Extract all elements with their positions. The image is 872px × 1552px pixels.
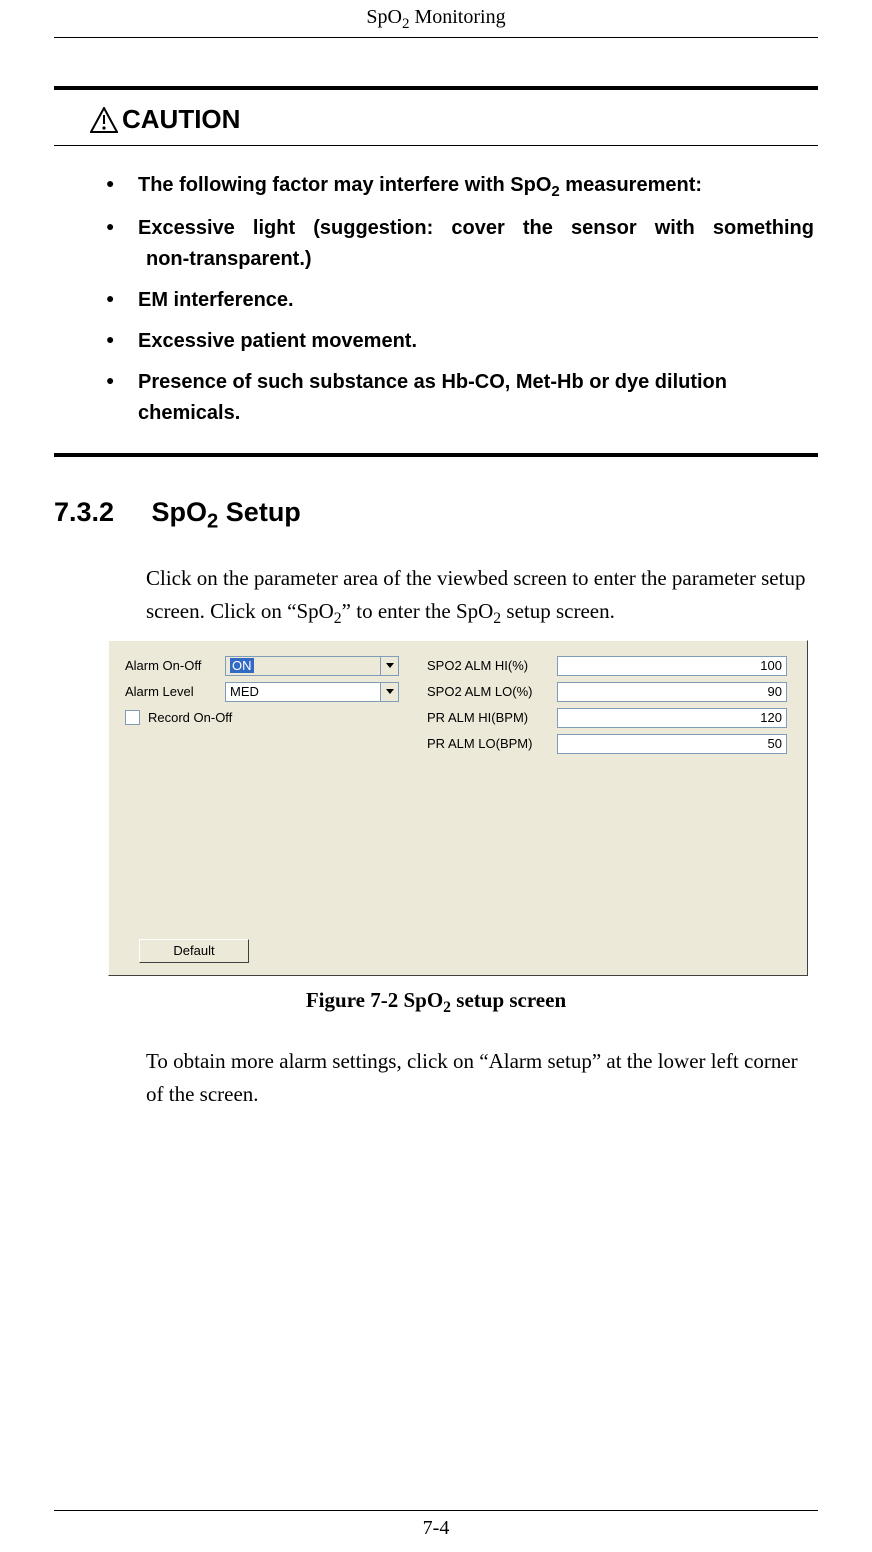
section-heading: 7.3.2 SpO2 Setup — [54, 497, 818, 533]
figure-caption: Figure 7-2 SpO2 setup screen — [54, 988, 818, 1017]
spo2-alm-lo-input[interactable]: 90 — [557, 682, 787, 702]
pr-alm-hi-input[interactable]: 120 — [557, 708, 787, 728]
alarm-onoff-label: Alarm On-Off — [125, 658, 225, 673]
spo2-setup-screenshot: Alarm On-Off ON Alarm Level MED Record O… — [108, 640, 808, 976]
caution-list: The following factor may interfere with … — [54, 146, 818, 453]
body-paragraph: Click on the parameter area of the viewb… — [146, 562, 818, 632]
record-onoff-label: Record On-Off — [148, 710, 232, 725]
warning-icon — [90, 107, 118, 133]
chevron-down-icon[interactable] — [380, 657, 398, 675]
pr-alm-hi-label: PR ALM HI(BPM) — [427, 710, 557, 725]
spo2-alm-lo-label: SPO2 ALM LO(%) — [427, 684, 557, 699]
record-onoff-checkbox[interactable] — [125, 710, 140, 725]
spo2-alm-hi-label: SPO2 ALM HI(%) — [427, 658, 557, 673]
caution-item: Presence of such substance as Hb-CO, Met… — [106, 367, 814, 429]
caution-item: EM interference. — [106, 285, 814, 316]
pr-alm-lo-input[interactable]: 50 — [557, 734, 787, 754]
pr-alm-lo-label: PR ALM LO(BPM) — [427, 736, 557, 751]
caution-item: Excessive patient movement. — [106, 326, 814, 357]
body-paragraph: To obtain more alarm settings, click on … — [146, 1045, 818, 1112]
chevron-down-icon[interactable] — [380, 683, 398, 701]
figure: Alarm On-Off ON Alarm Level MED Record O… — [108, 640, 818, 976]
alarm-level-label: Alarm Level — [125, 684, 225, 699]
caution-box: CAUTION The following factor may interfe… — [54, 86, 818, 457]
caution-heading: CAUTION — [54, 90, 818, 146]
default-button[interactable]: Default — [139, 939, 249, 963]
spo2-alm-hi-input[interactable]: 100 — [557, 656, 787, 676]
caution-item: Excessive light (suggestion: cover the s… — [106, 213, 814, 275]
alarm-level-select[interactable]: MED — [225, 682, 399, 702]
caution-item: The following factor may interfere with … — [106, 170, 814, 203]
page-header: SpO2 Monitoring — [54, 0, 818, 38]
alarm-onoff-select[interactable]: ON — [225, 656, 399, 676]
page-number: 7-4 — [423, 1517, 450, 1539]
page-footer: 7-4 — [54, 1510, 818, 1540]
